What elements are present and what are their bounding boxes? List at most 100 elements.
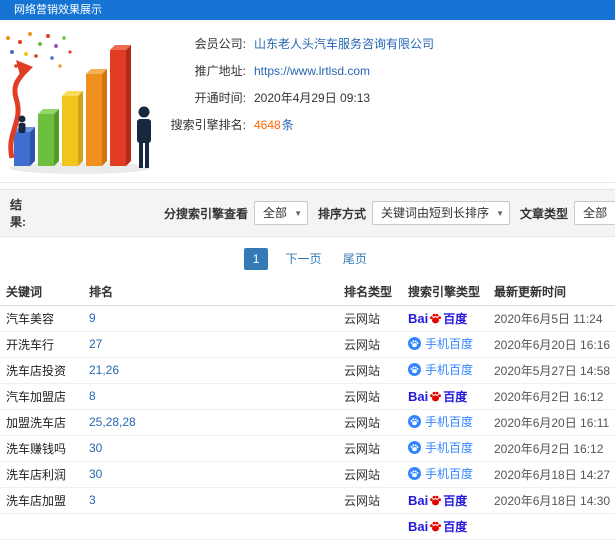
update-time-cell: 2020年6月2日 16:12 xyxy=(490,383,615,410)
baidu-logo: Bai 百度 xyxy=(408,518,468,534)
article-type-label: 文章类型 xyxy=(520,206,569,221)
rank-type-cell: 云网站 xyxy=(340,461,404,488)
info-row-rank-count: 搜索引擎排名: 4648条 xyxy=(162,117,615,133)
rank-type-cell xyxy=(340,513,404,540)
rank-cell: 27 xyxy=(85,331,340,358)
engine-select[interactable]: 全部 ▼ xyxy=(254,201,309,225)
keyword-cell: 开洗车行 xyxy=(0,331,85,358)
rank-cell: 21,26 xyxy=(85,357,340,384)
update-time-cell: 2020年6月20日 16:16 xyxy=(490,331,615,358)
rank-link[interactable]: 25,28,28 xyxy=(89,415,136,429)
rank-link[interactable]: 30 xyxy=(89,467,102,481)
mobile-baidu-icon xyxy=(408,337,421,350)
article-type-select[interactable]: 全部 ▼ xyxy=(574,201,615,225)
page-current[interactable]: 1 xyxy=(244,248,269,270)
engine-cell: Bai 百度 xyxy=(404,487,490,514)
next-page-link[interactable]: 下一页 xyxy=(281,248,325,270)
paw-icon xyxy=(430,391,442,401)
ranking-table: 关键词 排名 排名类型 搜索引擎类型 最新更新时间 汽车美容 9 云网站 Bai 百度 2… xyxy=(0,279,615,540)
sort-select[interactable]: 关键词由短到长排序 ▼ xyxy=(372,201,511,225)
paw-icon xyxy=(430,495,442,505)
paw-icon xyxy=(430,313,442,323)
sort-label: 排序方式 xyxy=(318,206,367,221)
header-rank-type: 排名类型 xyxy=(340,279,404,306)
engine-select-value: 全部 xyxy=(263,206,288,220)
rank-link[interactable]: 9 xyxy=(89,311,96,325)
table-body: 汽车美容 9 云网站 Bai 百度 2020年6月5日 11:24 开洗车行 27 云网站 手机百… xyxy=(0,305,615,540)
table-row: 洗车店利润 30 云网站 手机百度 2020年6月18日 14:27 xyxy=(0,461,615,488)
engine-filter-label: 分搜索引擎查看 xyxy=(163,206,248,221)
rank-cell: 3 xyxy=(85,487,340,514)
keyword-cell: 洗车店利润 xyxy=(0,461,85,488)
bar-chart-illustration xyxy=(0,20,162,182)
table-row: 洗车店加盟 3 云网站 Bai 百度 2020年6月18日 14:30 xyxy=(0,487,615,514)
rank-cell: 30 xyxy=(85,461,340,488)
mobile-baidu-logo: 手机百度 xyxy=(408,439,473,456)
table-row: 开洗车行 27 云网站 手机百度 2020年6月20日 16:16 xyxy=(0,331,615,358)
rank-type-cell: 云网站 xyxy=(340,305,404,332)
engine-cell: 手机百度 xyxy=(404,461,490,488)
table-row: 汽车加盟店 8 云网站 Bai 百度 2020年6月2日 16:12 xyxy=(0,383,615,410)
mobile-baidu-logo: 手机百度 xyxy=(408,413,473,430)
info-row-open-time: 开通时间: 2020年4月29日 09:13 xyxy=(162,90,615,106)
keyword-cell: 洗车赚钱吗 xyxy=(0,435,85,462)
filter-bar: 结果: 分搜索引擎查看 全部 ▼ 排序方式 关键词由短到长排序 ▼ 文章类型 全… xyxy=(0,189,615,237)
rank-link[interactable]: 3 xyxy=(89,493,96,507)
promo-url-label: 推广地址: xyxy=(194,64,246,78)
article-type-select-value: 全部 xyxy=(583,206,608,220)
company-link[interactable]: 山东老人头汽车服务咨询有限公司 xyxy=(254,37,434,51)
rank-count-label: 搜索引擎排名: xyxy=(170,118,246,132)
open-time-label: 开通时间: xyxy=(194,91,246,105)
header-keyword: 关键词 xyxy=(0,279,85,306)
update-time-cell: 2020年6月18日 14:30 xyxy=(490,487,615,514)
table-row: 洗车赚钱吗 30 云网站 手机百度 2020年6月2日 16:12 xyxy=(0,435,615,462)
rank-type-cell: 云网站 xyxy=(340,357,404,384)
keyword-cell: 汽车美容 xyxy=(0,305,85,332)
title-bar: 网络营销效果展示 xyxy=(0,0,615,20)
rank-type-cell: 云网站 xyxy=(340,435,404,462)
result-label: 结果: xyxy=(10,198,26,229)
mobile-baidu-logo: 手机百度 xyxy=(408,465,473,482)
rank-link[interactable]: 27 xyxy=(89,337,102,351)
baidu-logo: Bai 百度 xyxy=(408,388,468,404)
baidu-logo: Bai 百度 xyxy=(408,310,468,326)
chevron-down-icon: ▼ xyxy=(496,209,505,218)
engine-cell: 手机百度 xyxy=(404,435,490,462)
mobile-baidu-icon xyxy=(408,441,421,454)
rank-cell xyxy=(85,513,340,540)
rank-type-cell: 云网站 xyxy=(340,383,404,410)
promo-url-link[interactable]: https://www.lrtlsd.com xyxy=(254,64,370,78)
rank-link[interactable]: 30 xyxy=(89,441,102,455)
company-info: 会员公司: 山东老人头汽车服务咨询有限公司 推广地址: https://www.… xyxy=(162,20,615,182)
last-page-link[interactable]: 尾页 xyxy=(339,248,371,270)
page-title: 网络营销效果展示 xyxy=(14,4,102,16)
info-panel: 会员公司: 山东老人头汽车服务咨询有限公司 推广地址: https://www.… xyxy=(0,20,615,183)
mobile-baidu-logo: 手机百度 xyxy=(408,361,473,378)
rank-count-value: 4648 xyxy=(254,118,281,132)
update-time-cell: 2020年6月20日 16:11 xyxy=(490,409,615,436)
rank-link[interactable]: 21,26 xyxy=(89,363,119,377)
table-row: 加盟洗车店 25,28,28 云网站 手机百度 2020年6月20日 16:11 xyxy=(0,409,615,436)
filter-controls: 分搜索引擎查看 全部 ▼ 排序方式 关键词由短到长排序 ▼ 文章类型 全部 ▼ … xyxy=(164,200,615,226)
update-time-cell: 2020年6月18日 14:27 xyxy=(490,461,615,488)
header-update-time: 最新更新时间 xyxy=(490,279,615,306)
table-row: Bai 百度 xyxy=(0,513,615,540)
keyword-cell: 加盟洗车店 xyxy=(0,409,85,436)
engine-cell: 手机百度 xyxy=(404,357,490,384)
info-row-url: 推广地址: https://www.lrtlsd.com xyxy=(162,63,615,79)
keyword-cell xyxy=(0,513,85,540)
rank-link[interactable]: 8 xyxy=(89,389,96,403)
engine-cell: 手机百度 xyxy=(404,331,490,358)
header-rank: 排名 xyxy=(85,279,340,306)
paw-icon xyxy=(430,521,442,531)
page: 网络营销效果展示 会员公司: 山东老人头汽车服务咨询有限公司 推广地址: htt… xyxy=(0,0,615,540)
rank-cell: 8 xyxy=(85,383,340,410)
table-row: 洗车店投资 21,26 云网站 手机百度 2020年5月27日 14:58 xyxy=(0,357,615,384)
update-time-cell: 2020年6月5日 11:24 xyxy=(490,305,615,332)
engine-cell: 手机百度 xyxy=(404,409,490,436)
sort-select-value: 关键词由短到长排序 xyxy=(381,206,490,220)
mobile-baidu-icon xyxy=(408,467,421,480)
update-time-cell: 2020年6月2日 16:12 xyxy=(490,435,615,462)
baidu-logo: Bai 百度 xyxy=(408,492,468,508)
table-row: 汽车美容 9 云网站 Bai 百度 2020年6月5日 11:24 xyxy=(0,305,615,332)
